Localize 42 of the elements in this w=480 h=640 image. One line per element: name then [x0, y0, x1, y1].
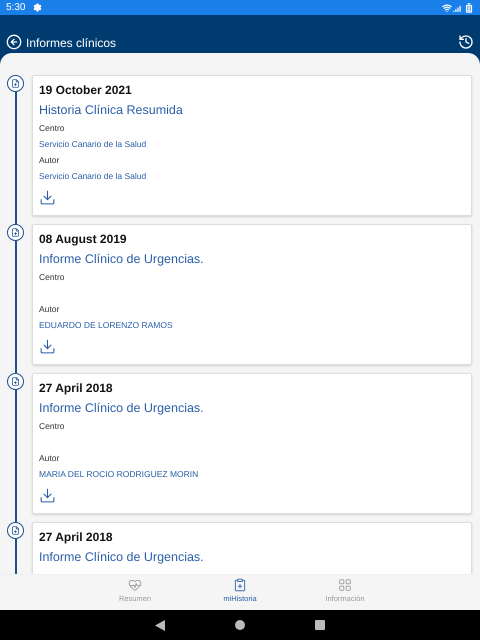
center-label: Centro: [39, 271, 65, 284]
author-label: Autor: [39, 452, 60, 465]
author-value: Servicio Canario de la Salud: [39, 170, 146, 183]
status-time: 5:30: [6, 2, 26, 13]
download-button[interactable]: [39, 338, 56, 355]
report-card[interactable]: 27 April 2018 Informe Clínico de Urgencias.: [32, 522, 472, 574]
document-plus-icon: [7, 373, 24, 390]
center-value: Servicio Canario de la Salud: [39, 138, 146, 151]
report-date: 08 August 2019: [39, 231, 127, 248]
report-title[interactable]: Informe Clínico de Urgencias.: [39, 398, 204, 418]
document-plus-icon: [7, 75, 24, 92]
heart-pulse-icon: [128, 578, 142, 592]
author-value: MARIA DEL ROCIO RODRIGUEZ MORIN: [39, 468, 198, 481]
home-nav-button[interactable]: [235, 620, 245, 630]
report-card[interactable]: 19 October 2021 Historia Clínica Resumida Centro Servicio Canario de la Salud Autor Servicio Canario de la Salud: [32, 75, 472, 216]
report-title[interactable]: Informe Clínico de Urgencias.: [39, 249, 204, 269]
document-plus-icon: [7, 522, 24, 539]
report-title[interactable]: Historia Clínica Resumida: [39, 100, 183, 120]
report-date: 27 April 2018: [39, 529, 113, 546]
download-button[interactable]: [39, 487, 56, 504]
author-label: Autor: [39, 303, 60, 316]
battery-icon: [464, 2, 474, 12]
grid-icon: [338, 578, 352, 592]
report-title[interactable]: Informe Clínico de Urgencias.: [39, 547, 204, 567]
center-label: Centro: [39, 420, 65, 433]
report-card[interactable]: 27 April 2018 Informe Clínico de Urgencias. Centro Autor MARIA DEL ROCIO RODRIGUEZ MORIN: [32, 373, 472, 514]
settings-icon: [33, 3, 42, 12]
report-card[interactable]: 08 August 2019 Informe Clínico de Urgencias. Centro Autor EDUARDO DE LORENZO RAMOS: [32, 224, 472, 365]
back-nav-button[interactable]: [155, 620, 165, 630]
center-label: Centro: [39, 122, 65, 135]
report-date: 19 October 2021: [39, 82, 132, 99]
document-plus-icon: [7, 224, 24, 241]
author-label: Autor: [39, 154, 60, 167]
header-title: Informes clínicos: [26, 36, 116, 50]
download-button[interactable]: [39, 189, 56, 206]
report-date: 27 April 2018: [39, 380, 113, 397]
wifi-icon: [442, 2, 452, 12]
clipboard-plus-icon: [233, 578, 247, 592]
author-value: EDUARDO DE LORENZO RAMOS: [39, 319, 173, 332]
timeline-line: [14, 539, 16, 574]
history-button[interactable]: [458, 34, 474, 50]
back-button[interactable]: [6, 34, 22, 50]
